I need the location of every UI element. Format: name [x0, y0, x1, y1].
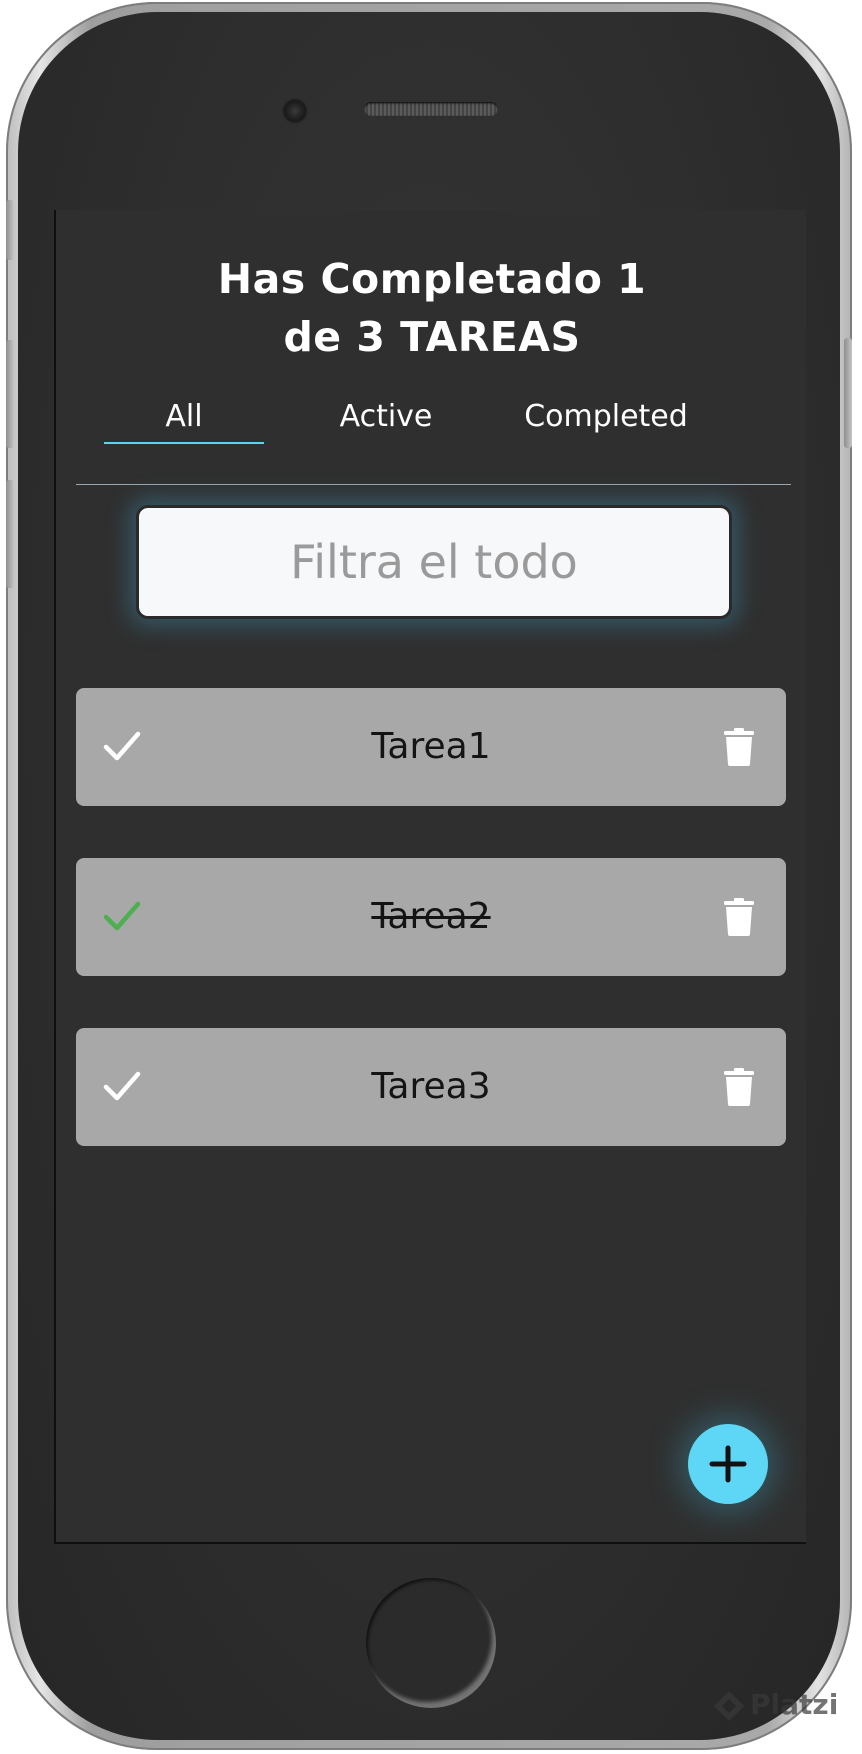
trash-icon[interactable]	[724, 898, 754, 936]
title-line-2: de 3 TAREAS	[283, 313, 581, 361]
title-line-1: Has Completado 1	[217, 255, 647, 303]
front-camera	[284, 100, 306, 122]
todo-list: Tarea1 Tarea2 Tarea3	[76, 688, 786, 1198]
phone-side-button	[6, 200, 14, 260]
page-title: Has Completado 1 de 3 TAREAS	[56, 250, 808, 366]
watermark-text: Platzi	[750, 1688, 839, 1721]
tabs-divider	[76, 484, 791, 485]
todo-item: Tarea3	[76, 1028, 786, 1146]
check-icon[interactable]	[102, 896, 142, 936]
platzi-logo-icon	[714, 1691, 744, 1721]
todo-text: Tarea3	[371, 1066, 491, 1107]
todo-text: Tarea2	[371, 896, 491, 937]
search-input[interactable]	[136, 505, 732, 619]
app-screen: Has Completado 1 de 3 TAREAS All Active …	[54, 210, 806, 1544]
phone-volume-down-button	[6, 480, 14, 588]
check-icon[interactable]	[102, 1066, 142, 1106]
phone-power-button	[844, 338, 852, 448]
check-icon[interactable]	[102, 726, 142, 766]
add-todo-button[interactable]	[688, 1424, 768, 1504]
filter-tabs: All Active Completed	[56, 392, 808, 452]
earpiece-speaker	[364, 102, 498, 116]
todo-item: Tarea2	[76, 858, 786, 976]
phone-volume-up-button	[6, 340, 14, 448]
trash-icon[interactable]	[724, 1068, 754, 1106]
tab-completed[interactable]: Completed	[506, 392, 706, 442]
tab-active[interactable]: Active	[306, 392, 466, 442]
todo-text: Tarea1	[371, 726, 491, 767]
todo-item: Tarea1	[76, 688, 786, 806]
plus-icon	[709, 1445, 747, 1483]
home-button[interactable]	[366, 1578, 496, 1708]
tab-all[interactable]: All	[104, 392, 264, 444]
platzi-watermark: Platzi	[712, 1688, 838, 1728]
trash-icon[interactable]	[724, 728, 754, 766]
